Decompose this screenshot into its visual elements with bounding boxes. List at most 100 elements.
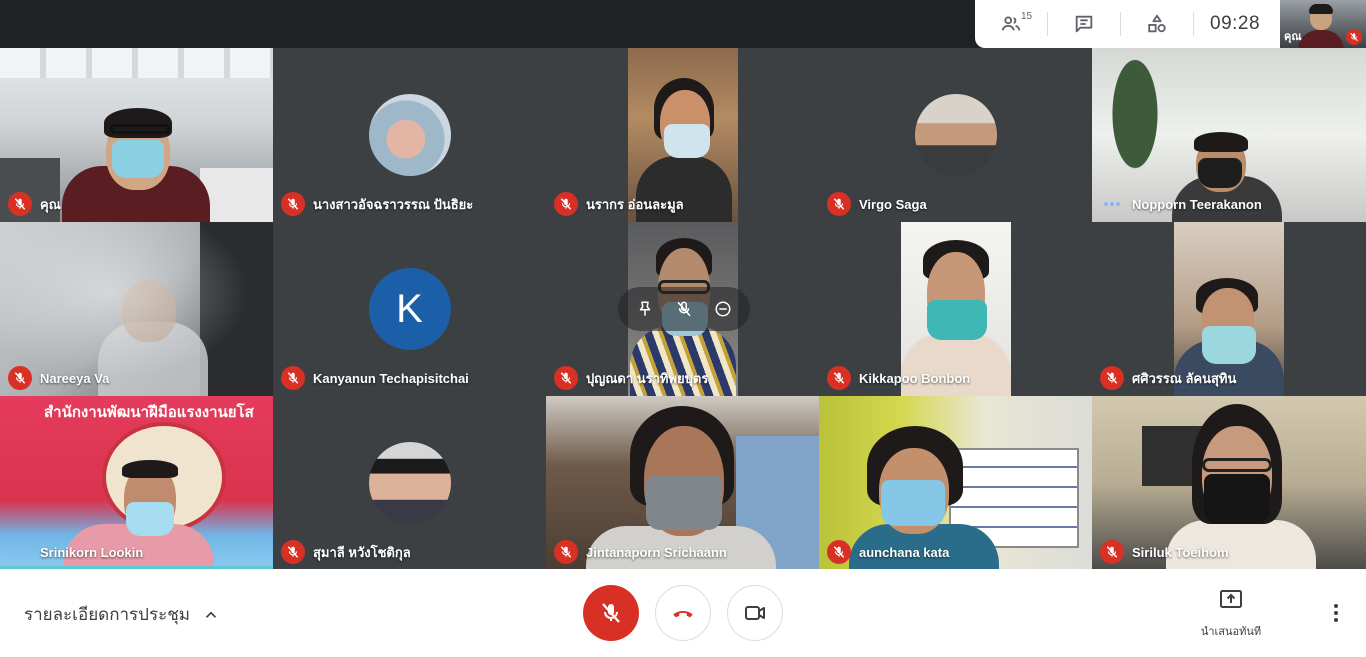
participant-name: Siriluk Toeihom: [1132, 544, 1229, 560]
participant-tile[interactable]: Nopporn Teerakanon: [1092, 48, 1366, 222]
meeting-info-pill: 15 09:28: [975, 0, 1280, 48]
person-hair: [1194, 132, 1248, 152]
mic-off-icon: [827, 366, 851, 390]
video-camera-icon: [745, 606, 765, 620]
speaking-indicator-icon: [8, 540, 32, 564]
plant: [1100, 58, 1170, 198]
participant-label: Kanyanun Techapisitchai: [281, 366, 469, 390]
participant-label: ปุญณดา นราทิพยบุตร: [554, 366, 708, 390]
activities-icon: [1148, 14, 1166, 33]
tile-hover-controls: [618, 287, 750, 331]
participant-tile[interactable]: Jintanaporn Srichaann: [546, 396, 819, 570]
more-vert-icon: [1334, 604, 1338, 622]
participant-name: สุมาลี หวังโชติกุล: [313, 544, 411, 560]
participant-name: คุณ: [40, 196, 61, 212]
leave-call-button[interactable]: [655, 585, 711, 641]
participant-label: สุมาลี หวังโชติกุล: [281, 540, 411, 564]
participant-name: aunchana kata: [859, 544, 950, 560]
self-view-person-body: [1298, 30, 1344, 48]
participant-name: ศศิวรรณ ลัคนสุทิน: [1132, 370, 1237, 386]
participant-tile[interactable]: ศศิวรรณ ลัคนสุทิน: [1092, 222, 1366, 396]
participant-name: Kanyanun Techapisitchai: [313, 370, 469, 386]
background-banner-text: สำนักงานพัฒนาฝีมือแรงงานยโส: [44, 404, 254, 421]
participant-name: ปุญณดา นราทิพยบุตร: [586, 370, 709, 386]
present-now-label: นำเสนอทันที: [1200, 626, 1262, 638]
participant-name: Nareeya Va: [40, 370, 110, 386]
present-screen-icon: [1220, 590, 1242, 608]
participants-button[interactable]: 15: [975, 0, 1047, 48]
present-now-button[interactable]: นำเสนอทันที: [1190, 589, 1272, 640]
participant-label: Kikkapoo Bonbon: [827, 366, 970, 390]
participant-tile[interactable]: ปุญณดา นราทิพยบุตร: [546, 222, 819, 396]
face-mask: [126, 502, 174, 536]
participant-name: นางสาวอัจฉราวรรณ ปันธิยะ: [313, 196, 474, 212]
mic-off-icon: [554, 366, 578, 390]
pin-icon[interactable]: [636, 300, 654, 318]
participant-tile[interactable]: Virgo Saga: [819, 48, 1092, 222]
participant-tile[interactable]: K Kanyanun Techapisitchai: [273, 222, 546, 396]
participants-count: 15: [1021, 11, 1033, 22]
face-mask: [664, 124, 710, 158]
self-view-label: คุณ: [1284, 31, 1302, 43]
mic-off-icon: [602, 603, 620, 623]
chevron-up-icon: [205, 611, 217, 618]
participant-avatar: [914, 94, 997, 176]
mic-off-icon: [1100, 366, 1124, 390]
bottom-control-bar: รายละเอียดการประชุม นำเสนอทันที: [0, 569, 1366, 657]
speaking-indicator-icon: [1100, 192, 1124, 216]
face-mask: [112, 140, 164, 178]
mic-off-icon[interactable]: [675, 300, 693, 318]
participant-label: คุณ: [8, 192, 61, 216]
remove-icon[interactable]: [714, 300, 732, 318]
participant-label: นางสาวอัจฉราวรรณ ปันธิยะ: [281, 192, 473, 216]
mic-off-icon: [281, 540, 305, 564]
ceiling-lights: [0, 48, 273, 78]
microphone-toggle-button[interactable]: [583, 585, 639, 641]
participant-tile[interactable]: aunchana kata: [819, 396, 1092, 570]
participant-tile[interactable]: นรากร อ่อนละมูล: [546, 48, 819, 222]
participant-tile[interactable]: Siriluk Toeihom: [1092, 396, 1366, 570]
more-options-button[interactable]: [1324, 599, 1348, 627]
participant-label: aunchana kata: [827, 540, 949, 564]
chat-icon: [1075, 15, 1093, 33]
participant-name: Kikkapoo Bonbon: [859, 370, 971, 386]
participant-tile[interactable]: สำนักงานพัฒนาฝีมือแรงงานยโส Srinikorn Lo…: [0, 396, 273, 570]
chat-button[interactable]: [1048, 0, 1120, 48]
face-mask: [1204, 474, 1270, 524]
participant-avatar: [368, 94, 451, 176]
glasses: [110, 124, 170, 134]
mic-off-icon: [8, 366, 32, 390]
meet-window: 15 09:28 คุณ คุณ นางสาวอัจฉราวรรณ ปันธิย…: [0, 0, 1366, 657]
meeting-details-toggle[interactable]: รายละเอียดการประชุม: [24, 601, 220, 628]
participant-avatar: K: [368, 268, 451, 350]
self-view-person-hair: [1309, 4, 1333, 14]
participant-tile[interactable]: Nareeya Va: [0, 222, 273, 396]
meeting-clock: 09:28: [1210, 13, 1261, 34]
participant-label: Siriluk Toeihom: [1100, 540, 1229, 564]
mic-off-icon: [827, 540, 851, 564]
mic-off-icon: [1346, 29, 1362, 45]
participant-tile[interactable]: คุณ: [0, 48, 273, 222]
mic-off-icon: [1100, 540, 1124, 564]
face-mask: [1198, 158, 1242, 188]
participant-name: Virgo Saga: [859, 196, 927, 212]
participant-avatar: [368, 442, 451, 524]
hang-up-icon: [673, 610, 693, 618]
person-hair: [122, 460, 178, 478]
mic-off-icon: [8, 192, 32, 216]
participant-label: Nopporn Teerakanon: [1100, 192, 1262, 216]
activities-button[interactable]: [1121, 0, 1193, 48]
participant-label: Nareeya Va: [8, 366, 109, 390]
camera-toggle-button[interactable]: [727, 585, 783, 641]
participant-tile[interactable]: สุมาลี หวังโชติกุล: [273, 396, 546, 570]
participant-label: Virgo Saga: [827, 192, 927, 216]
participant-tile[interactable]: นางสาวอัจฉราวรรณ ปันธิยะ: [273, 48, 546, 222]
face-mask: [646, 476, 722, 530]
participant-name: นรากร อ่อนละมูล: [586, 196, 684, 212]
participant-label: นรากร อ่อนละมูล: [554, 192, 684, 216]
office-desk: [200, 168, 273, 222]
self-view-thumbnail[interactable]: คุณ: [1280, 0, 1366, 48]
participant-name: Srinikorn Lookin: [40, 544, 144, 560]
face-mask: [1202, 326, 1256, 364]
participant-tile[interactable]: Kikkapoo Bonbon: [819, 222, 1092, 396]
